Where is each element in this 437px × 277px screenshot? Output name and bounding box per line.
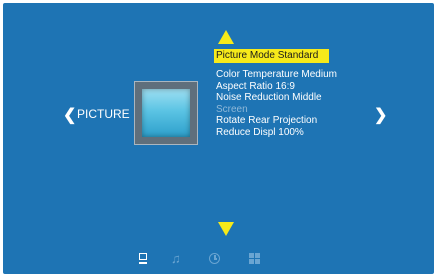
menu-item-color-temperature[interactable]: Color Temperature Medium — [214, 69, 364, 81]
menu-item-aspect-ratio[interactable]: Aspect Ratio 16:9 — [214, 81, 364, 93]
grid-icon[interactable] — [248, 252, 262, 266]
picture-thumbnail — [134, 81, 198, 145]
category-bar: ♫ — [3, 252, 434, 268]
next-section-icon[interactable]: ❯ — [374, 105, 387, 125]
menu-item-noise-reduction[interactable]: Noise Reduction Middle — [214, 92, 364, 104]
picture-settings-menu: Picture Mode Standard Color Temperature … — [214, 49, 364, 138]
previous-section-icon[interactable]: ❮ — [63, 105, 76, 125]
music-icon[interactable]: ♫ — [171, 252, 185, 266]
menu-item-rotate[interactable]: Rotate Rear Projection — [214, 115, 364, 127]
clock-icon[interactable] — [208, 252, 222, 266]
menu-item-reduce-displ[interactable]: Reduce Displ 100% — [214, 127, 364, 139]
osd-screen: ❮ PICTURE Picture Mode Standard Color Te… — [3, 3, 434, 274]
scroll-down-arrow-icon[interactable] — [218, 222, 234, 236]
menu-item-picture-mode[interactable]: Picture Mode Standard — [214, 49, 329, 63]
picture-preview-image — [142, 89, 190, 137]
menu-item-screen: Screen — [216, 103, 248, 115]
section-label: PICTURE — [77, 107, 130, 121]
tv-icon[interactable] — [137, 252, 151, 266]
scroll-up-arrow-icon[interactable] — [218, 30, 234, 44]
